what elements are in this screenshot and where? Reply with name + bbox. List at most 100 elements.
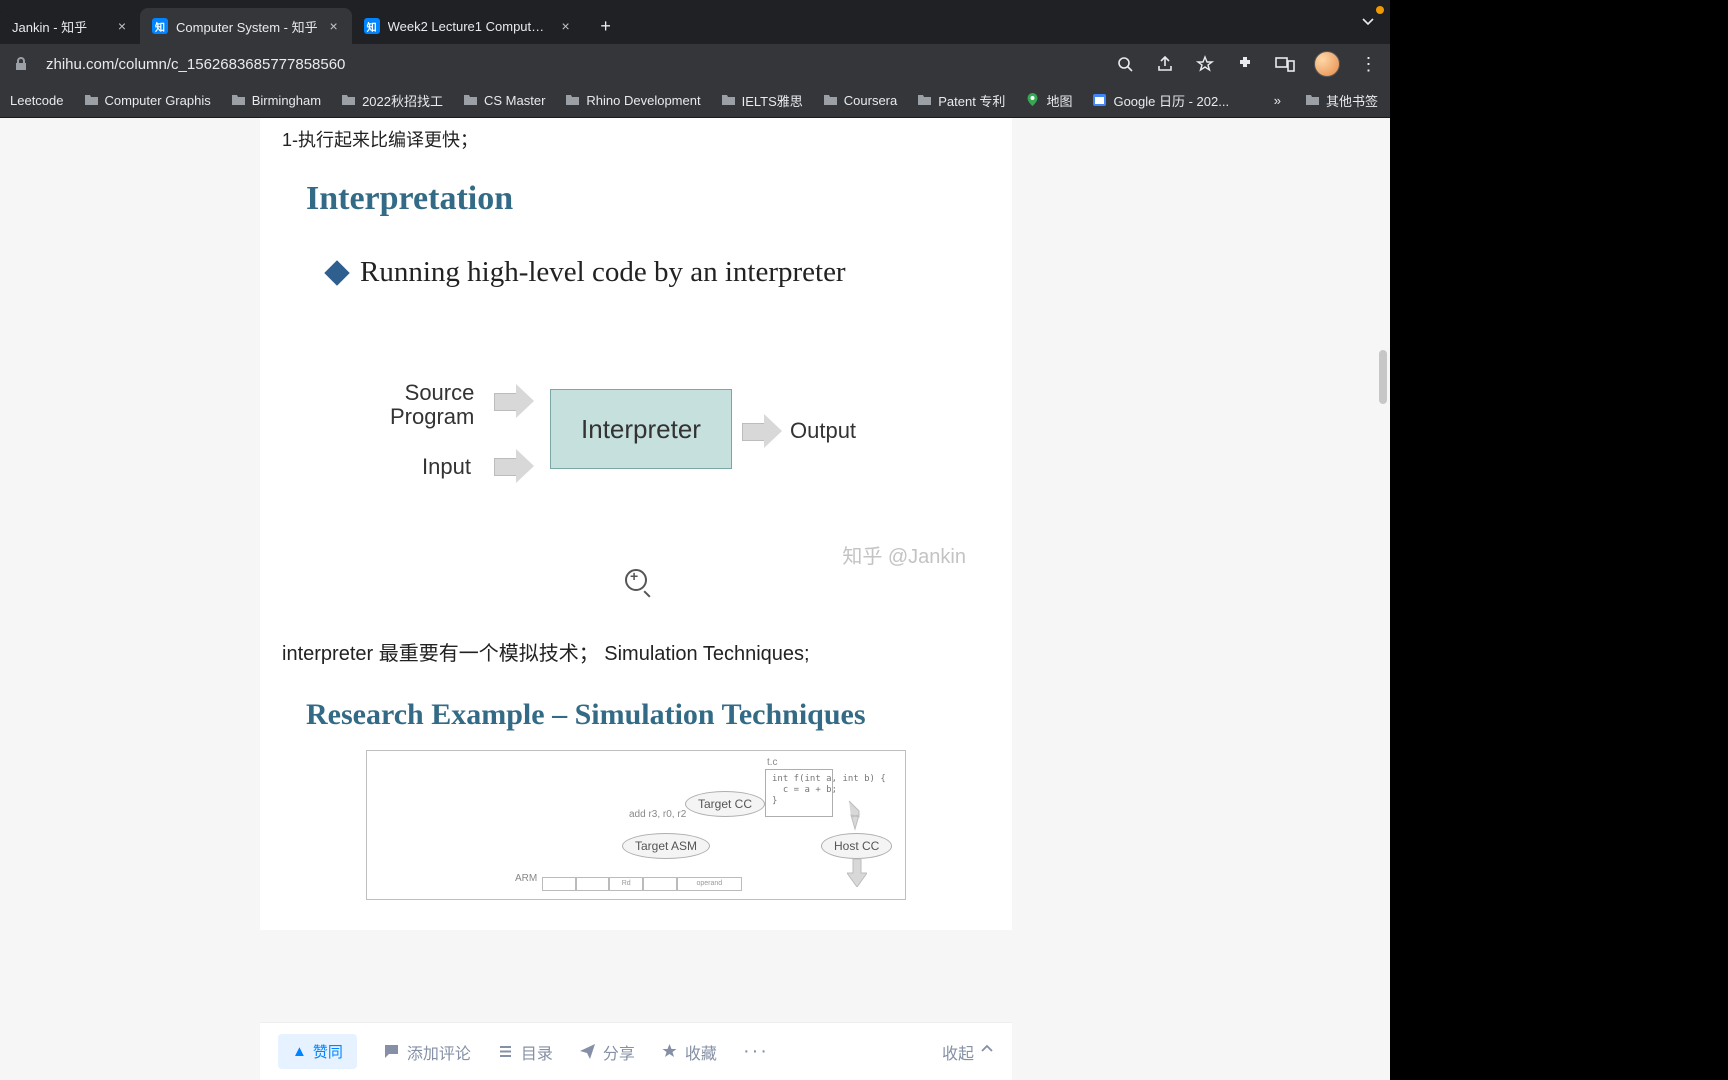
bookmark-birmingham[interactable]: Birmingham (227, 88, 325, 114)
lock-icon[interactable] (10, 53, 32, 75)
close-icon[interactable]: × (114, 18, 130, 34)
arm-seg: operand (677, 877, 742, 891)
tab-title: Jankin - 知乎 (12, 17, 106, 36)
bookmark-ielts[interactable]: IELTS雅思 (717, 87, 807, 114)
browser-window: Jankin - 知乎 × 知 Computer System - 知乎 × 知… (0, 0, 1390, 1080)
folder-icon (463, 92, 478, 110)
bookmark-label: Leetcode (10, 93, 64, 108)
tab-2[interactable]: 知 Week2 Lecture1 Computer Arc × (352, 8, 584, 44)
bookmark-label: Google 日历 - 202... (1113, 91, 1229, 110)
bookmark-label: Coursera (844, 93, 897, 108)
bookmark-2022-jobs[interactable]: 2022秋招找工 (337, 87, 447, 114)
gcal-icon (1092, 92, 1107, 110)
bookmark-maps[interactable]: 地图 (1021, 87, 1076, 114)
arm-seg (643, 877, 677, 891)
upvote-button[interactable]: ▲ 赞同 (278, 1034, 357, 1069)
arrow-icon (847, 859, 867, 892)
share-label: 分享 (603, 1040, 635, 1064)
diamond-bullet-icon (324, 260, 349, 285)
bullet-text: Running high-level code by an interprete… (360, 256, 846, 289)
page-scrollbar[interactable] (1376, 118, 1390, 1080)
list-icon (497, 1043, 514, 1060)
partial-text-line: 1-执行起来比编译更快； (260, 118, 1012, 152)
arrow-right-icon (494, 384, 534, 418)
bookmark-coursera[interactable]: Coursera (819, 88, 901, 114)
target-asm-node: Target ASM (622, 833, 710, 859)
toc-label: 目录 (521, 1040, 553, 1064)
bookmark-leetcode[interactable]: Leetcode (6, 89, 68, 112)
star-icon[interactable] (1194, 53, 1216, 75)
bookmark-label: 地图 (1046, 91, 1072, 110)
folder-icon (917, 92, 932, 110)
bookmark-patent[interactable]: Patent 专利 (913, 87, 1009, 114)
content-scroll-area[interactable]: 1-执行起来比编译更快； Interpretation Running high… (0, 118, 1293, 1080)
input-label: Input (422, 455, 471, 479)
more-button[interactable]: ··· (743, 1040, 769, 1063)
arm-encoding-row: Rd operand (542, 877, 742, 891)
scrollbar-thumb[interactable] (1379, 350, 1387, 404)
bookmarks-bar: Leetcode Computer Graphis Birmingham 202… (0, 84, 1390, 118)
toolbar-icons: ⋮ (1114, 51, 1380, 77)
collapse-button[interactable]: 收起 (942, 1040, 994, 1064)
share-button[interactable]: 分享 (579, 1040, 635, 1064)
tab-0[interactable]: Jankin - 知乎 × (0, 8, 140, 44)
url-text[interactable]: zhihu.com/column/c_1562683685777858560 (46, 56, 1100, 73)
tab-1[interactable]: 知 Computer System - 知乎 × (140, 8, 352, 44)
interpreter-diagram: Source Program Input Interpreter Output (282, 359, 990, 559)
bookmark-label: Birmingham (252, 93, 321, 108)
new-tab-button[interactable]: + (592, 12, 620, 40)
bookmark-label: Rhino Development (586, 93, 700, 108)
favorite-label: 收藏 (685, 1040, 717, 1064)
extensions-icon[interactable] (1234, 53, 1256, 75)
map-pin-icon (1025, 92, 1040, 110)
notification-dot-icon (1376, 6, 1384, 14)
toc-button[interactable]: 目录 (497, 1040, 553, 1064)
bookmarks-overflow-button[interactable]: » (1268, 93, 1287, 108)
search-icon[interactable] (1114, 53, 1136, 75)
bookmark-label: IELTS雅思 (742, 91, 803, 110)
slide-simulation-techniques: Research Example – Simulation Techniques… (282, 688, 990, 900)
arm-seg (542, 877, 576, 891)
comment-label: 添加评论 (407, 1040, 471, 1064)
upvote-label: 赞同 (313, 1041, 343, 1062)
zhihu-favicon-icon: 知 (152, 18, 168, 34)
other-bookmarks-button[interactable]: 其他书签 (1299, 87, 1384, 114)
bookmark-label: CS Master (484, 93, 545, 108)
devices-icon[interactable] (1274, 53, 1296, 75)
arm-seg: Rd (609, 877, 643, 891)
simulation-diagram: t.c int f(int a, int b) { c = a + b; } T… (366, 750, 906, 900)
page-viewport: 1-执行起来比编译更快； Interpretation Running high… (0, 118, 1390, 1080)
code-snippet-box: int f(int a, int b) { c = a + b; } (765, 769, 833, 817)
bookmark-computer-graphis[interactable]: Computer Graphis (80, 88, 215, 114)
target-cc-node: Target CC (685, 791, 765, 817)
zoom-image-button[interactable] (625, 569, 647, 591)
tab-strip: Jankin - 知乎 × 知 Computer System - 知乎 × 知… (0, 0, 1390, 44)
kebab-menu-icon[interactable]: ⋮ (1358, 53, 1380, 75)
close-icon[interactable]: × (326, 18, 342, 34)
avatar[interactable] (1314, 51, 1340, 77)
tab-title: Computer System - 知乎 (176, 17, 318, 36)
url-toolbar: zhihu.com/column/c_1562683685777858560 ⋮ (0, 44, 1390, 84)
tab-overflow-button[interactable] (1356, 9, 1380, 38)
paper-plane-icon (579, 1043, 596, 1060)
slide-title: Research Example – Simulation Techniques (282, 698, 990, 732)
add-comment-button[interactable]: 添加评论 (383, 1040, 471, 1064)
favorite-button[interactable]: 收藏 (661, 1040, 717, 1064)
article-card: 1-执行起来比编译更快； Interpretation Running high… (260, 118, 1012, 930)
article-action-bar: ▲ 赞同 添加评论 目录 分享 收藏 (260, 1022, 1012, 1080)
comment-icon (383, 1043, 400, 1060)
asm-line-text: add r3, r0, r2 (629, 809, 686, 820)
bookmark-cs-master[interactable]: CS Master (459, 88, 549, 114)
close-icon[interactable]: × (558, 18, 574, 34)
folder-icon (231, 92, 246, 110)
bookmark-gcal[interactable]: Google 日历 - 202... (1088, 87, 1233, 114)
bookmark-rhino-dev[interactable]: Rhino Development (561, 88, 704, 114)
chevron-up-icon (980, 1042, 994, 1061)
bookmark-label: Computer Graphis (105, 93, 211, 108)
share-icon[interactable] (1154, 53, 1176, 75)
collapse-label: 收起 (942, 1040, 974, 1064)
source-program-label: Source Program (390, 381, 474, 429)
arm-label: ARM (515, 873, 537, 884)
arm-seg (576, 877, 610, 891)
folder-icon (823, 92, 838, 110)
